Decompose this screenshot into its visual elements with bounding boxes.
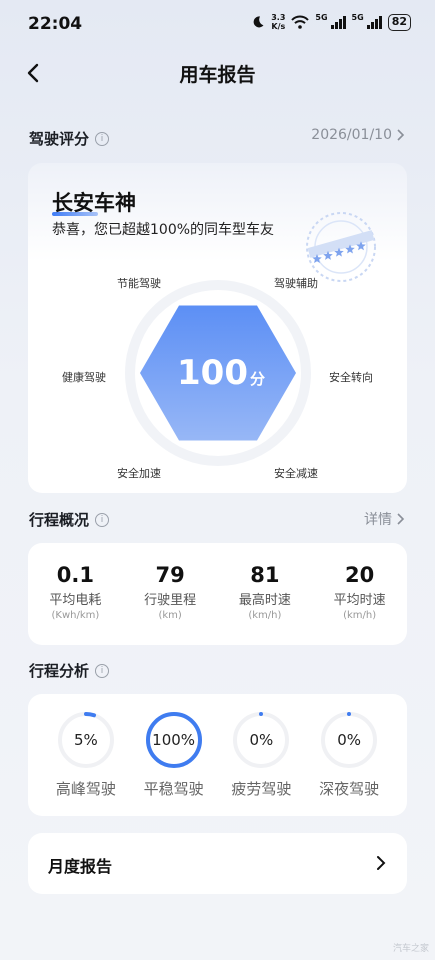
- stat-label: 平均电耗: [49, 593, 102, 608]
- score-value: 100 分: [176, 353, 266, 393]
- analysis-label: 平稳驾驶: [143, 780, 204, 798]
- stat-value: 79: [155, 563, 185, 587]
- page-title: 用车报告: [179, 64, 256, 86]
- stat-label: 行驶里程: [144, 593, 197, 608]
- stat-value: 20: [345, 563, 375, 587]
- info-icon[interactable]: i: [95, 131, 110, 146]
- progress-ring: 0%: [231, 710, 291, 770]
- stat-label: 平均时速: [333, 593, 386, 608]
- detail-link[interactable]: 详情: [364, 509, 405, 529]
- analysis-smooth: 100% 平稳驾驶: [130, 694, 218, 816]
- analysis-fatigue: 0% 疲劳驾驶: [218, 694, 306, 816]
- stat-label: 最高时速: [238, 593, 291, 608]
- chevron-right-icon: [377, 856, 386, 870]
- app-header: 用车报告: [0, 55, 435, 91]
- trip-overview-section-title: 行程概况 i: [29, 509, 110, 530]
- info-icon[interactable]: i: [95, 663, 110, 678]
- score-radar-chart: [125, 280, 311, 466]
- score-unit: 分: [249, 370, 265, 388]
- stat-max-speed: 81 最高时速 (km/h): [218, 543, 313, 645]
- stat-value: 0.1: [56, 563, 94, 587]
- battery-indicator: 82: [387, 13, 411, 31]
- info-icon[interactable]: i: [95, 512, 110, 527]
- percent-text: 5%: [73, 731, 98, 749]
- stat-mileage: 79 行驶里程 (km): [123, 543, 218, 645]
- status-icons: 3.3 K/s 5G 5G 82: [251, 13, 411, 31]
- analysis-label: 疲劳驾驶: [231, 780, 292, 798]
- driving-score-section-title: 驾驶评分 i: [29, 128, 110, 149]
- progress-ring: 0%: [319, 710, 379, 770]
- trip-analysis-card: 5% 高峰驾驶 100% 平稳驾驶 0% 疲劳驾驶 0% 深夜驾驶: [28, 694, 407, 816]
- monthly-report-label: 月度报告: [48, 857, 113, 876]
- cell-signal-icon-2: [366, 15, 382, 29]
- stat-avg-energy: 0.1 平均电耗 (Kwh/km): [28, 543, 123, 645]
- radar-label-decel: 安全减速: [274, 467, 318, 480]
- analysis-peak: 5% 高峰驾驶: [42, 694, 130, 816]
- chevron-right-icon: [397, 513, 405, 525]
- percent-text: 100%: [152, 731, 196, 749]
- trip-analysis-section-title: 行程分析 i: [29, 660, 110, 681]
- driving-score-card: 长安车神 恭喜，您已超越100%的同车型车友 节能驾驶 驾驶辅助 安全转向 安全…: [28, 163, 407, 493]
- status-time: 22:04: [28, 14, 83, 34]
- analysis-label: 高峰驾驶: [55, 780, 116, 798]
- stat-avg-speed: 20 平均时速 (km/h): [312, 543, 407, 645]
- radar-label-accel: 安全加速: [117, 467, 161, 480]
- radar-label-steering: 安全转向: [329, 371, 373, 384]
- stat-unit: (km): [158, 610, 182, 621]
- analysis-night: 0% 深夜驾驶: [305, 694, 393, 816]
- wifi-icon: [291, 15, 310, 29]
- progress-ring: 100%: [144, 710, 204, 770]
- stat-value: 81: [250, 563, 280, 587]
- progress-ring: 5%: [56, 710, 116, 770]
- stat-unit: (km/h): [343, 610, 377, 621]
- percent-text: 0%: [337, 731, 362, 749]
- radar-label-energy: 节能驾驶: [117, 277, 161, 290]
- watermark: 汽车之家: [392, 944, 429, 954]
- radar-label-health: 健康驾驶: [62, 371, 106, 384]
- radar-label-assist: 驾驶辅助: [274, 277, 318, 290]
- stat-unit: (km/h): [248, 610, 282, 621]
- monthly-report-row[interactable]: 月度报告: [28, 833, 407, 894]
- network-speed: 3.3 K/s: [271, 13, 286, 31]
- stat-unit: (Kwh/km): [51, 610, 100, 621]
- signal-type-1: 5G: [315, 13, 328, 22]
- signal-type-2: 5G: [351, 13, 364, 22]
- trip-overview-card: 0.1 平均电耗 (Kwh/km) 79 行驶里程 (km) 81 最高时速 (…: [28, 543, 407, 645]
- percent-text: 0%: [249, 731, 274, 749]
- score-number: 100: [177, 353, 248, 393]
- moon-icon: [253, 16, 264, 28]
- chevron-right-icon: [397, 129, 405, 141]
- status-bar: 22:04 3.3 K/s 5G 5G 82: [0, 0, 435, 48]
- cell-signal-icon: [330, 15, 346, 29]
- analysis-label: 深夜驾驶: [319, 780, 380, 798]
- date-selector[interactable]: 2026/01/10: [311, 127, 405, 143]
